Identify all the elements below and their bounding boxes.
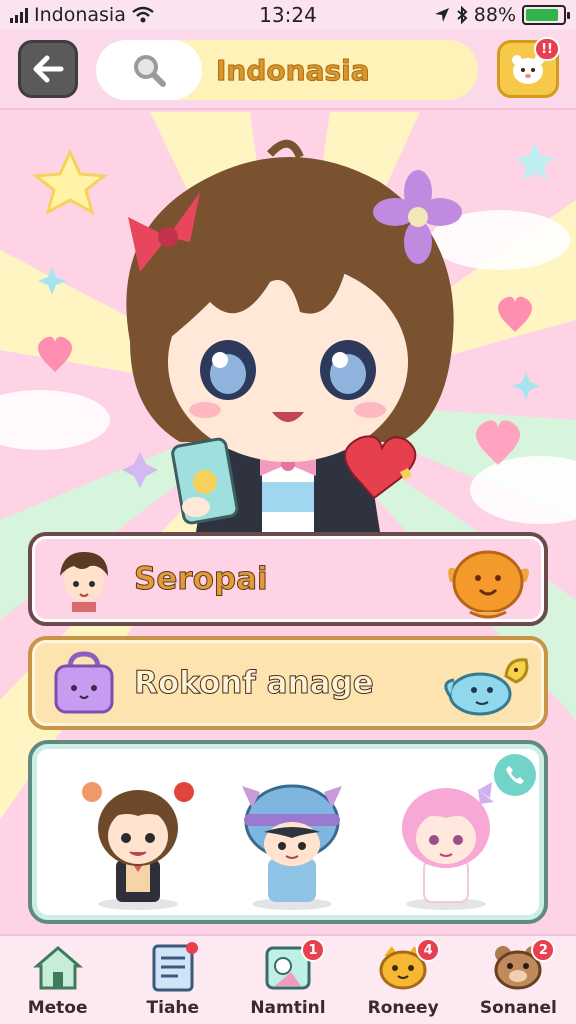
search-bar[interactable]: Indonasia bbox=[96, 40, 478, 100]
nav-badge: 4 bbox=[416, 938, 441, 962]
menu-card-seropai[interactable]: Seropai bbox=[28, 532, 548, 626]
sparkle-decoration bbox=[512, 372, 540, 400]
nav-item-namtinl[interactable]: 1 Namtinl bbox=[233, 936, 343, 1018]
call-button[interactable] bbox=[494, 754, 536, 796]
sparkle-decoration bbox=[122, 452, 158, 488]
bottom-navigation: Metoe Tiahe 1 Namtinl 4 Roneey 2 Sonanel bbox=[0, 934, 576, 1024]
signal-icon bbox=[10, 7, 28, 23]
status-bar: Indonasia 13:24 88% bbox=[0, 0, 576, 30]
nav-item-metoe[interactable]: Metoe bbox=[3, 936, 113, 1018]
nav-item-roneey[interactable]: 4 Roneey bbox=[348, 936, 458, 1018]
heart-decoration bbox=[476, 420, 520, 465]
star-decoration bbox=[32, 148, 108, 216]
star-decoration bbox=[515, 142, 555, 180]
wifi-icon bbox=[132, 6, 154, 23]
nav-label: Roneey bbox=[367, 998, 439, 1018]
hero-character-illustration bbox=[32, 139, 555, 532]
heart-decoration bbox=[498, 296, 532, 332]
house-icon bbox=[32, 946, 83, 990]
arrow-left-icon bbox=[33, 55, 64, 83]
bluetooth-icon bbox=[457, 6, 468, 24]
notification-badge: !! bbox=[534, 37, 560, 61]
nav-label: Namtinl bbox=[250, 998, 326, 1018]
document-icon bbox=[152, 942, 198, 992]
character-gallery bbox=[28, 740, 548, 924]
nav-badge: 1 bbox=[300, 938, 325, 962]
nav-item-sonanel[interactable]: 2 Sonanel bbox=[463, 936, 573, 1018]
nav-label: Metoe bbox=[27, 998, 88, 1018]
magnifier-icon bbox=[134, 55, 166, 87]
boy-avatar-icon bbox=[60, 552, 108, 612]
blue-creature-icon bbox=[444, 658, 529, 716]
search-query: Indonasia bbox=[216, 53, 371, 87]
brown-hair-girl-character[interactable] bbox=[68, 762, 208, 912]
blue-hood-kid-character[interactable] bbox=[222, 762, 362, 912]
location-icon bbox=[434, 8, 449, 22]
heart-decoration bbox=[38, 336, 72, 372]
menu-card-rokonf-anage[interactable]: Rokonf anage bbox=[28, 636, 548, 730]
sparkle-decoration bbox=[38, 267, 66, 295]
nav-label: Tiahe bbox=[146, 998, 200, 1018]
mascot-button[interactable]: !! bbox=[497, 37, 560, 98]
header: Indonasia !! bbox=[0, 30, 576, 110]
battery-percent: 88% bbox=[473, 4, 516, 26]
nav-item-tiahe[interactable]: Tiahe bbox=[118, 936, 228, 1018]
orange-creature-icon bbox=[448, 550, 529, 619]
card-label: Seropai bbox=[134, 561, 269, 598]
phone-icon bbox=[506, 766, 524, 784]
carrier-name: Indonasia bbox=[34, 4, 126, 26]
phone-prop bbox=[171, 437, 239, 525]
purple-bag-icon bbox=[54, 651, 114, 714]
battery-icon bbox=[522, 5, 570, 25]
back-button[interactable] bbox=[18, 40, 78, 98]
nav-badge: 2 bbox=[531, 938, 556, 962]
nav-label: Sonanel bbox=[479, 998, 557, 1018]
pink-hair-girl-character[interactable] bbox=[376, 762, 516, 912]
search-button[interactable] bbox=[96, 40, 202, 100]
card-label: Rokonf anage bbox=[134, 665, 375, 702]
